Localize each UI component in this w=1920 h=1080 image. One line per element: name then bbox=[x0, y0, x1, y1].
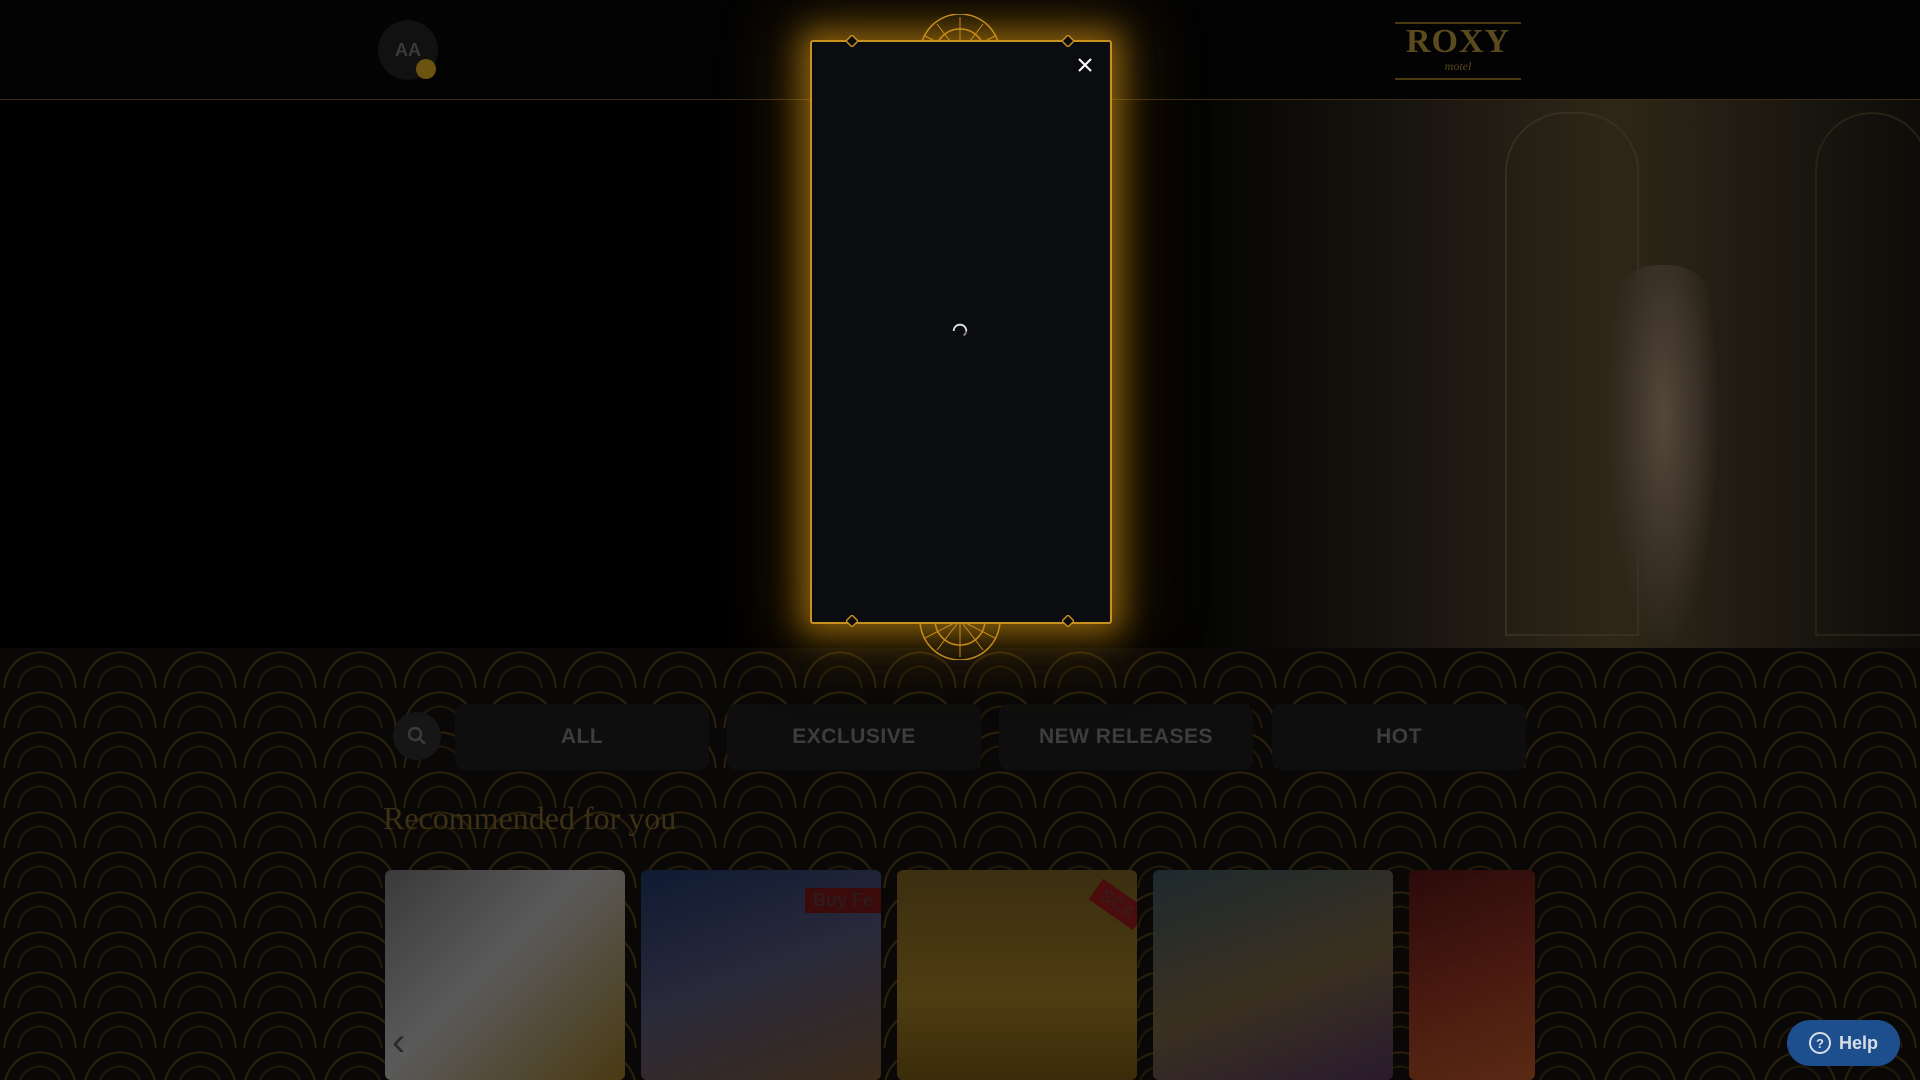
search-icon bbox=[407, 726, 426, 745]
corner-diamond-icon bbox=[846, 35, 858, 47]
site-logo[interactable]: ROXY motel bbox=[1395, 22, 1521, 80]
corner-diamond-icon bbox=[1062, 615, 1074, 627]
hero-figure-image bbox=[1608, 265, 1718, 645]
game-tile-owl[interactable] bbox=[1153, 870, 1393, 1080]
loading-modal bbox=[810, 40, 1112, 624]
loading-spinner-icon bbox=[952, 323, 968, 337]
logo-subtext: motel bbox=[1444, 59, 1472, 73]
corner-diamond-icon bbox=[846, 615, 858, 627]
close-button[interactable] bbox=[1072, 52, 1098, 78]
section-title: Recommended for you bbox=[383, 800, 677, 836]
tab-all[interactable]: ALL bbox=[455, 704, 709, 770]
game-badge: SCA bbox=[1088, 878, 1137, 931]
carousel-prev-arrow[interactable]: ‹ bbox=[392, 1020, 405, 1065]
game-tile-gates[interactable]: SCA bbox=[897, 870, 1137, 1080]
corner-diamond-icon bbox=[1062, 35, 1074, 47]
hero-door-decoration bbox=[1815, 112, 1920, 636]
avatar-level-badge bbox=[416, 59, 436, 79]
search-button[interactable] bbox=[393, 712, 441, 760]
game-tile-warrior[interactable]: Buy Fe bbox=[641, 870, 881, 1080]
game-badge: Buy Fe bbox=[804, 888, 881, 913]
question-mark-icon: ? bbox=[1808, 1032, 1831, 1054]
tab-new-releases[interactable]: NEW RELEASES bbox=[999, 704, 1253, 770]
help-label: Help bbox=[1838, 1032, 1878, 1053]
tab-hot[interactable]: HOT bbox=[1272, 704, 1526, 770]
close-icon bbox=[1078, 58, 1092, 72]
tab-exclusive[interactable]: EXCLUSIVE bbox=[727, 704, 981, 770]
modal-fan-bottom-icon bbox=[919, 620, 1001, 660]
logo-text: ROXY bbox=[1405, 23, 1511, 60]
help-button[interactable]: ? Help bbox=[1787, 1020, 1900, 1066]
game-tile-lion[interactable] bbox=[385, 870, 625, 1080]
game-tile-woman[interactable] bbox=[1409, 870, 1535, 1080]
avatar-initials: AA bbox=[395, 39, 421, 60]
